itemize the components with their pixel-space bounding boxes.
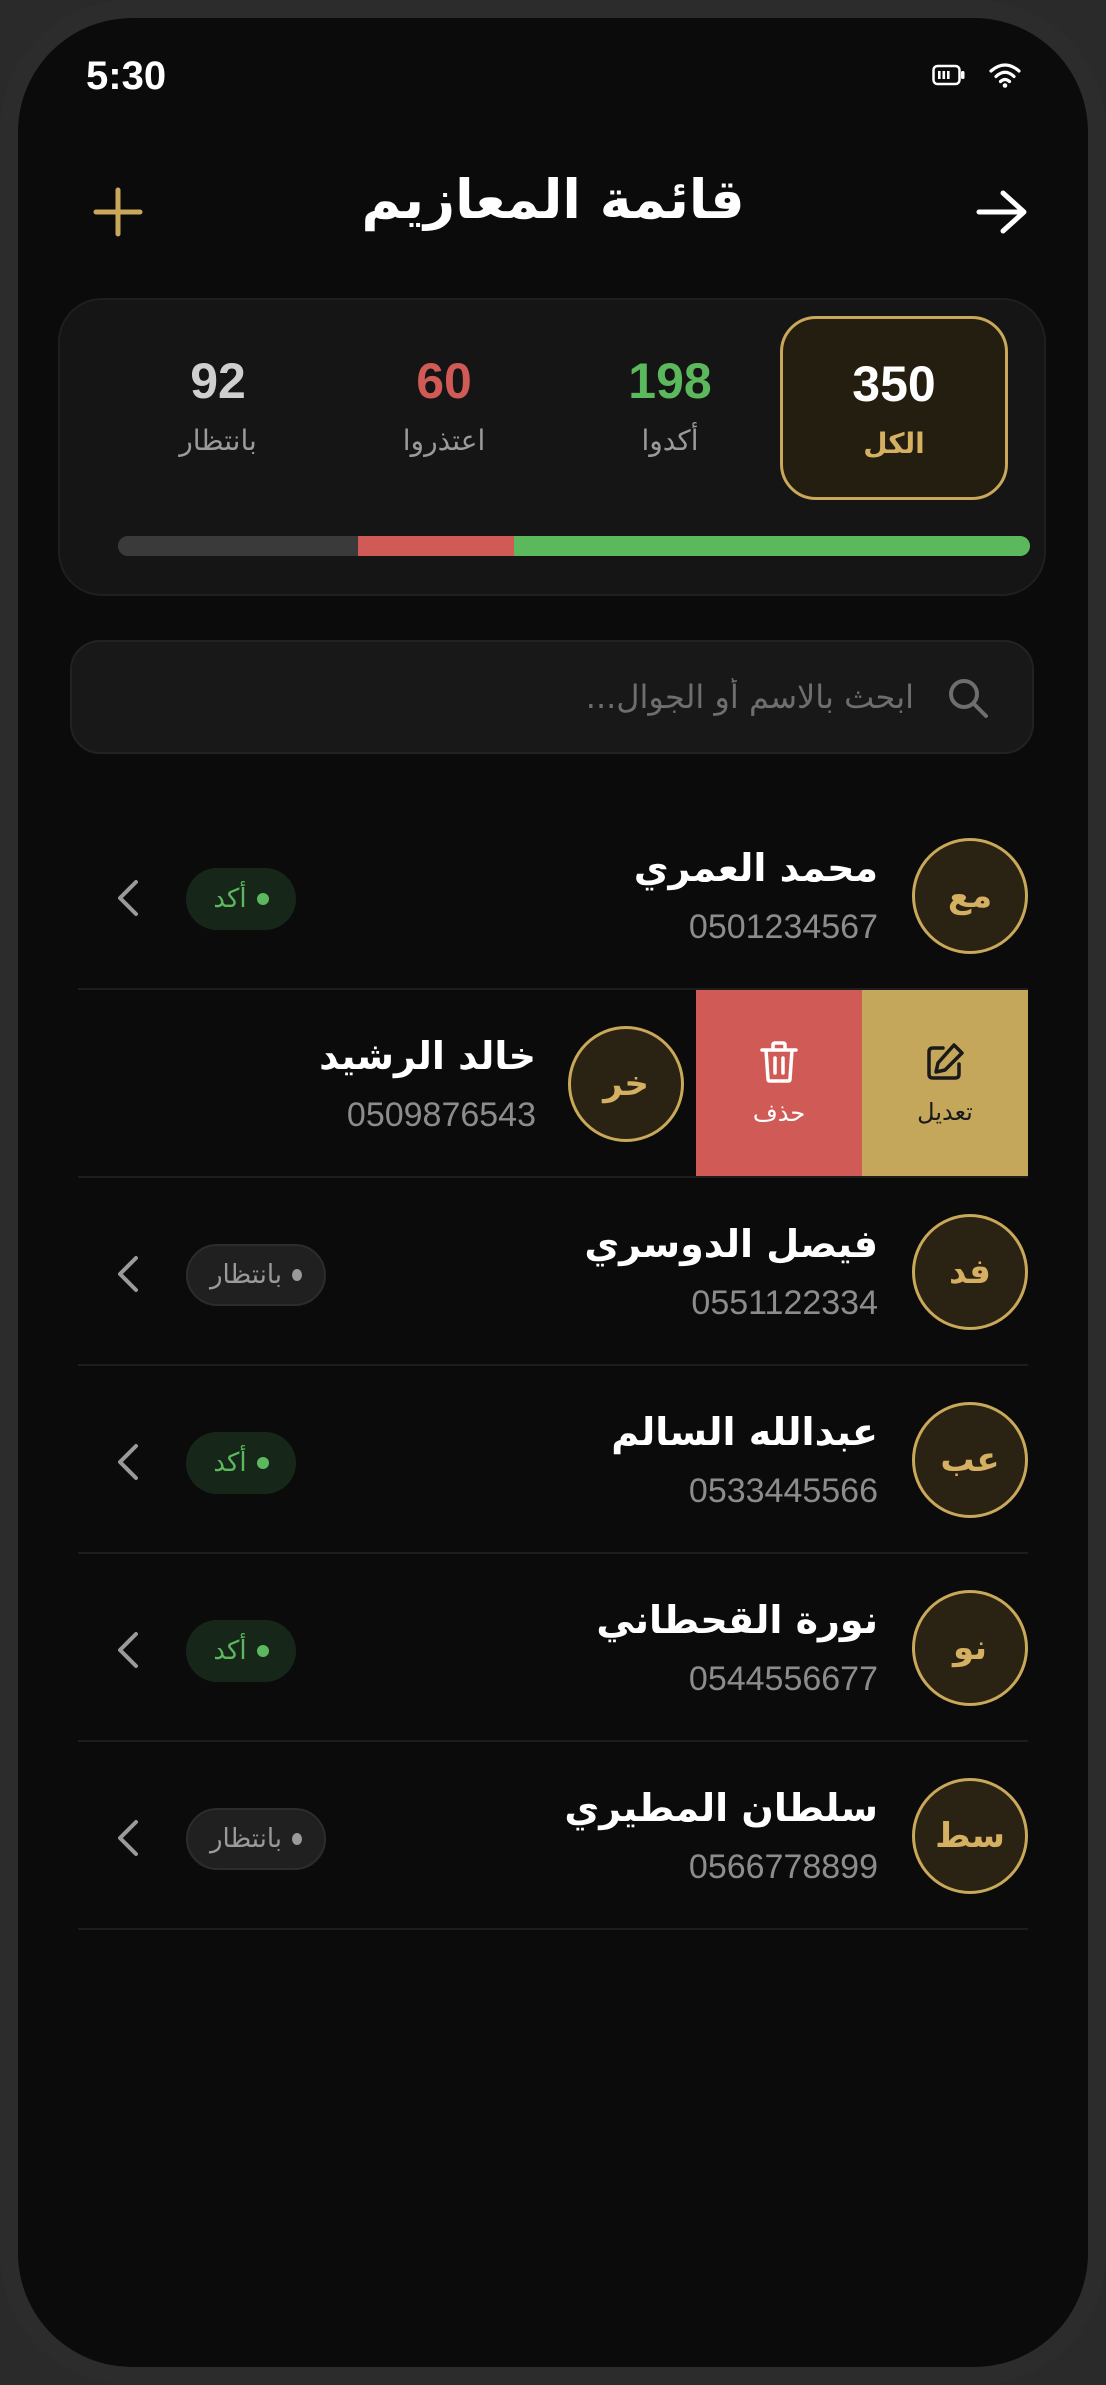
status-text: أكد <box>213 1636 247 1666</box>
stat-label: الكل <box>863 427 925 460</box>
status-text: بانتظار <box>210 1824 283 1854</box>
delete-button[interactable]: حذف <box>696 990 862 1176</box>
rsvp-progress-bar <box>118 536 1030 556</box>
add-guest-button[interactable] <box>84 178 152 246</box>
status-dot <box>256 893 269 905</box>
stat-pending[interactable]: 92 بانتظار <box>104 316 332 500</box>
progress-pending <box>118 536 358 556</box>
status-badge: أكد <box>186 868 296 930</box>
guest-name: نورة القحطاني <box>596 1598 878 1642</box>
plus-icon <box>93 187 143 237</box>
chevron-left-icon[interactable] <box>108 1628 148 1672</box>
trash-icon <box>760 1041 798 1083</box>
stat-label: اعتذروا <box>402 424 486 457</box>
progress-declined <box>357 536 515 556</box>
guest-name: فيصل الدوسري <box>584 1222 878 1266</box>
stat-value: 350 <box>852 356 936 412</box>
stat-declined[interactable]: 60 اعتذروا <box>330 316 558 500</box>
edit-button[interactable]: تعديل <box>862 990 1028 1176</box>
avatar: خر <box>568 1026 684 1142</box>
status-badge: أكد <box>186 1620 296 1682</box>
guest-phone: 0551122334 <box>691 1284 878 1322</box>
avatar: فد <box>912 1214 1028 1330</box>
search-input[interactable] <box>136 642 916 752</box>
guest-phone: 0544556677 <box>688 1660 878 1698</box>
status-dot <box>256 1457 269 1469</box>
stat-label: بانتظار <box>179 424 257 457</box>
status-text: أكد <box>213 1448 247 1478</box>
stat-value: 198 <box>628 353 712 409</box>
progress-confirmed <box>514 536 1030 556</box>
status-time: 5:30 <box>86 54 167 98</box>
chevron-left-icon[interactable] <box>108 1440 148 1484</box>
stat-confirmed[interactable]: 198 أكدوا <box>556 316 784 500</box>
chevron-left-icon[interactable] <box>108 876 148 920</box>
swiped-content: خر خالد الرشيد 0509876543 <box>78 990 696 1176</box>
avatar: عب <box>912 1402 1028 1518</box>
guest-row-swiped[interactable]: تعديل حذف خر خالد الرشيد 0509876543 <box>78 990 1028 1178</box>
stats-card: 350 الكل 198 أكدوا 60 اعتذروا 92 بانتظار <box>58 298 1046 596</box>
chevron-left-icon[interactable] <box>108 1252 148 1296</box>
phone-frame: 5:30 قائمة المعازيم 350 الكل 198 أكدوا 6… <box>0 0 1106 2385</box>
guest-phone: 0533445566 <box>688 1472 878 1510</box>
screen: 5:30 قائمة المعازيم 350 الكل 198 أكدوا 6… <box>18 18 1088 2367</box>
avatar: سط <box>912 1778 1028 1894</box>
status-badge: بانتظار <box>186 1244 326 1306</box>
guest-phone: 0509876543 <box>346 1096 536 1134</box>
wifi-icon <box>988 62 1022 92</box>
swipe-actions: تعديل حذف <box>696 990 1028 1176</box>
guest-name: عبدالله السالم <box>611 1410 878 1454</box>
pencil-icon <box>927 1043 964 1080</box>
guest-list: مع محمد العمري 0501234567 أكد تعديل حذف … <box>78 802 1028 1930</box>
battery-icon <box>932 64 966 90</box>
status-icons <box>932 62 1022 92</box>
guest-row[interactable]: مع محمد العمري 0501234567 أكد <box>78 802 1028 990</box>
search-icon <box>946 676 990 724</box>
avatar: نو <box>912 1590 1028 1706</box>
status-text: أكد <box>213 884 247 914</box>
status-badge: أكد <box>186 1432 296 1494</box>
guest-phone: 0501234567 <box>688 908 878 946</box>
edit-label: تعديل <box>917 1098 973 1126</box>
stat-value: 60 <box>416 353 472 409</box>
guest-row[interactable]: سط سلطان المطيري 0566778899 بانتظار <box>78 1742 1028 1930</box>
guest-row[interactable]: فد فيصل الدوسري 0551122334 بانتظار <box>78 1178 1028 1366</box>
status-badge: بانتظار <box>186 1808 326 1870</box>
guest-name: خالد الرشيد <box>319 1034 536 1078</box>
guest-name: محمد العمري <box>633 846 878 890</box>
status-dot <box>292 1833 302 1845</box>
status-dot <box>256 1645 269 1657</box>
guest-row[interactable]: عب عبدالله السالم 0533445566 أكد <box>78 1366 1028 1554</box>
status-text: بانتظار <box>210 1260 283 1290</box>
guest-name: سلطان المطيري <box>564 1786 878 1830</box>
guest-phone: 0566778899 <box>688 1848 878 1886</box>
status-dot <box>292 1269 302 1281</box>
stat-value: 92 <box>190 353 246 409</box>
guest-row[interactable]: نو نورة القحطاني 0544556677 أكد <box>78 1554 1028 1742</box>
avatar: مع <box>912 838 1028 954</box>
delete-label: حذف <box>752 1099 806 1127</box>
chevron-left-icon[interactable] <box>108 1816 148 1860</box>
stat-all[interactable]: 350 الكل <box>780 316 1008 500</box>
page-title: قائمة المعازيم <box>361 168 745 231</box>
stat-label: أكدوا <box>641 424 699 457</box>
search-box <box>70 640 1034 754</box>
